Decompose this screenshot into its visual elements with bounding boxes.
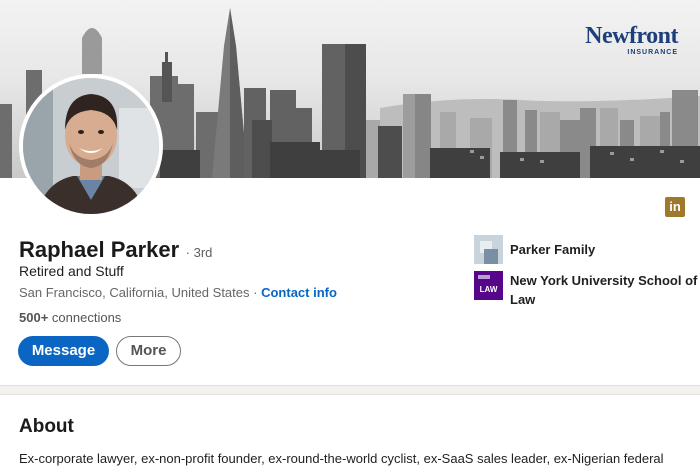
profile-location: San Francisco, California, United States bbox=[19, 285, 250, 300]
connections-label: connections bbox=[51, 310, 122, 325]
about-title: About bbox=[19, 416, 74, 437]
family-logo-icon bbox=[474, 235, 503, 264]
education-item[interactable]: LAW New York University School of Law bbox=[474, 271, 700, 309]
contact-info-link[interactable]: Contact info bbox=[261, 285, 337, 300]
about-text: Ex-corporate lawyer, ex-non-profit found… bbox=[19, 451, 664, 466]
separator-dot: · bbox=[253, 285, 258, 300]
about-section: About Ex-corporate lawyer, ex-non-profit… bbox=[0, 394, 700, 468]
profile-name: Raphael Parker bbox=[19, 237, 180, 262]
nyu-law-logo-icon: LAW bbox=[474, 271, 503, 300]
profile-headline: Retired and Stuff bbox=[19, 263, 124, 279]
more-button[interactable]: More bbox=[116, 336, 181, 366]
profile-photo[interactable] bbox=[19, 74, 163, 218]
linkedin-icon[interactable]: in bbox=[665, 197, 685, 217]
profile-photo-image bbox=[23, 78, 159, 214]
current-company-item[interactable]: Parker Family bbox=[474, 235, 595, 264]
brand-subtitle: INSURANCE bbox=[627, 49, 678, 56]
location-row: San Francisco, California, United States… bbox=[19, 285, 337, 300]
newfront-brand-logo: Newfront INSURANCE bbox=[585, 24, 678, 56]
message-button[interactable]: Message bbox=[18, 336, 109, 366]
connection-degree: · 3rd bbox=[185, 245, 213, 260]
connections-count-row[interactable]: 500+ connections bbox=[19, 310, 121, 325]
connections-count: 500+ bbox=[19, 310, 49, 325]
current-company-name: Parker Family bbox=[510, 242, 596, 257]
name-row: Raphael Parker · 3rd bbox=[19, 237, 212, 263]
brand-name: Newfront bbox=[585, 23, 678, 49]
profile-card: Newfront INSURANCE in Raphael Parker · 3… bbox=[0, 0, 700, 386]
education-school-name: New York University School of Law bbox=[510, 273, 698, 307]
nyu-law-logo-text: LAW bbox=[479, 285, 498, 294]
